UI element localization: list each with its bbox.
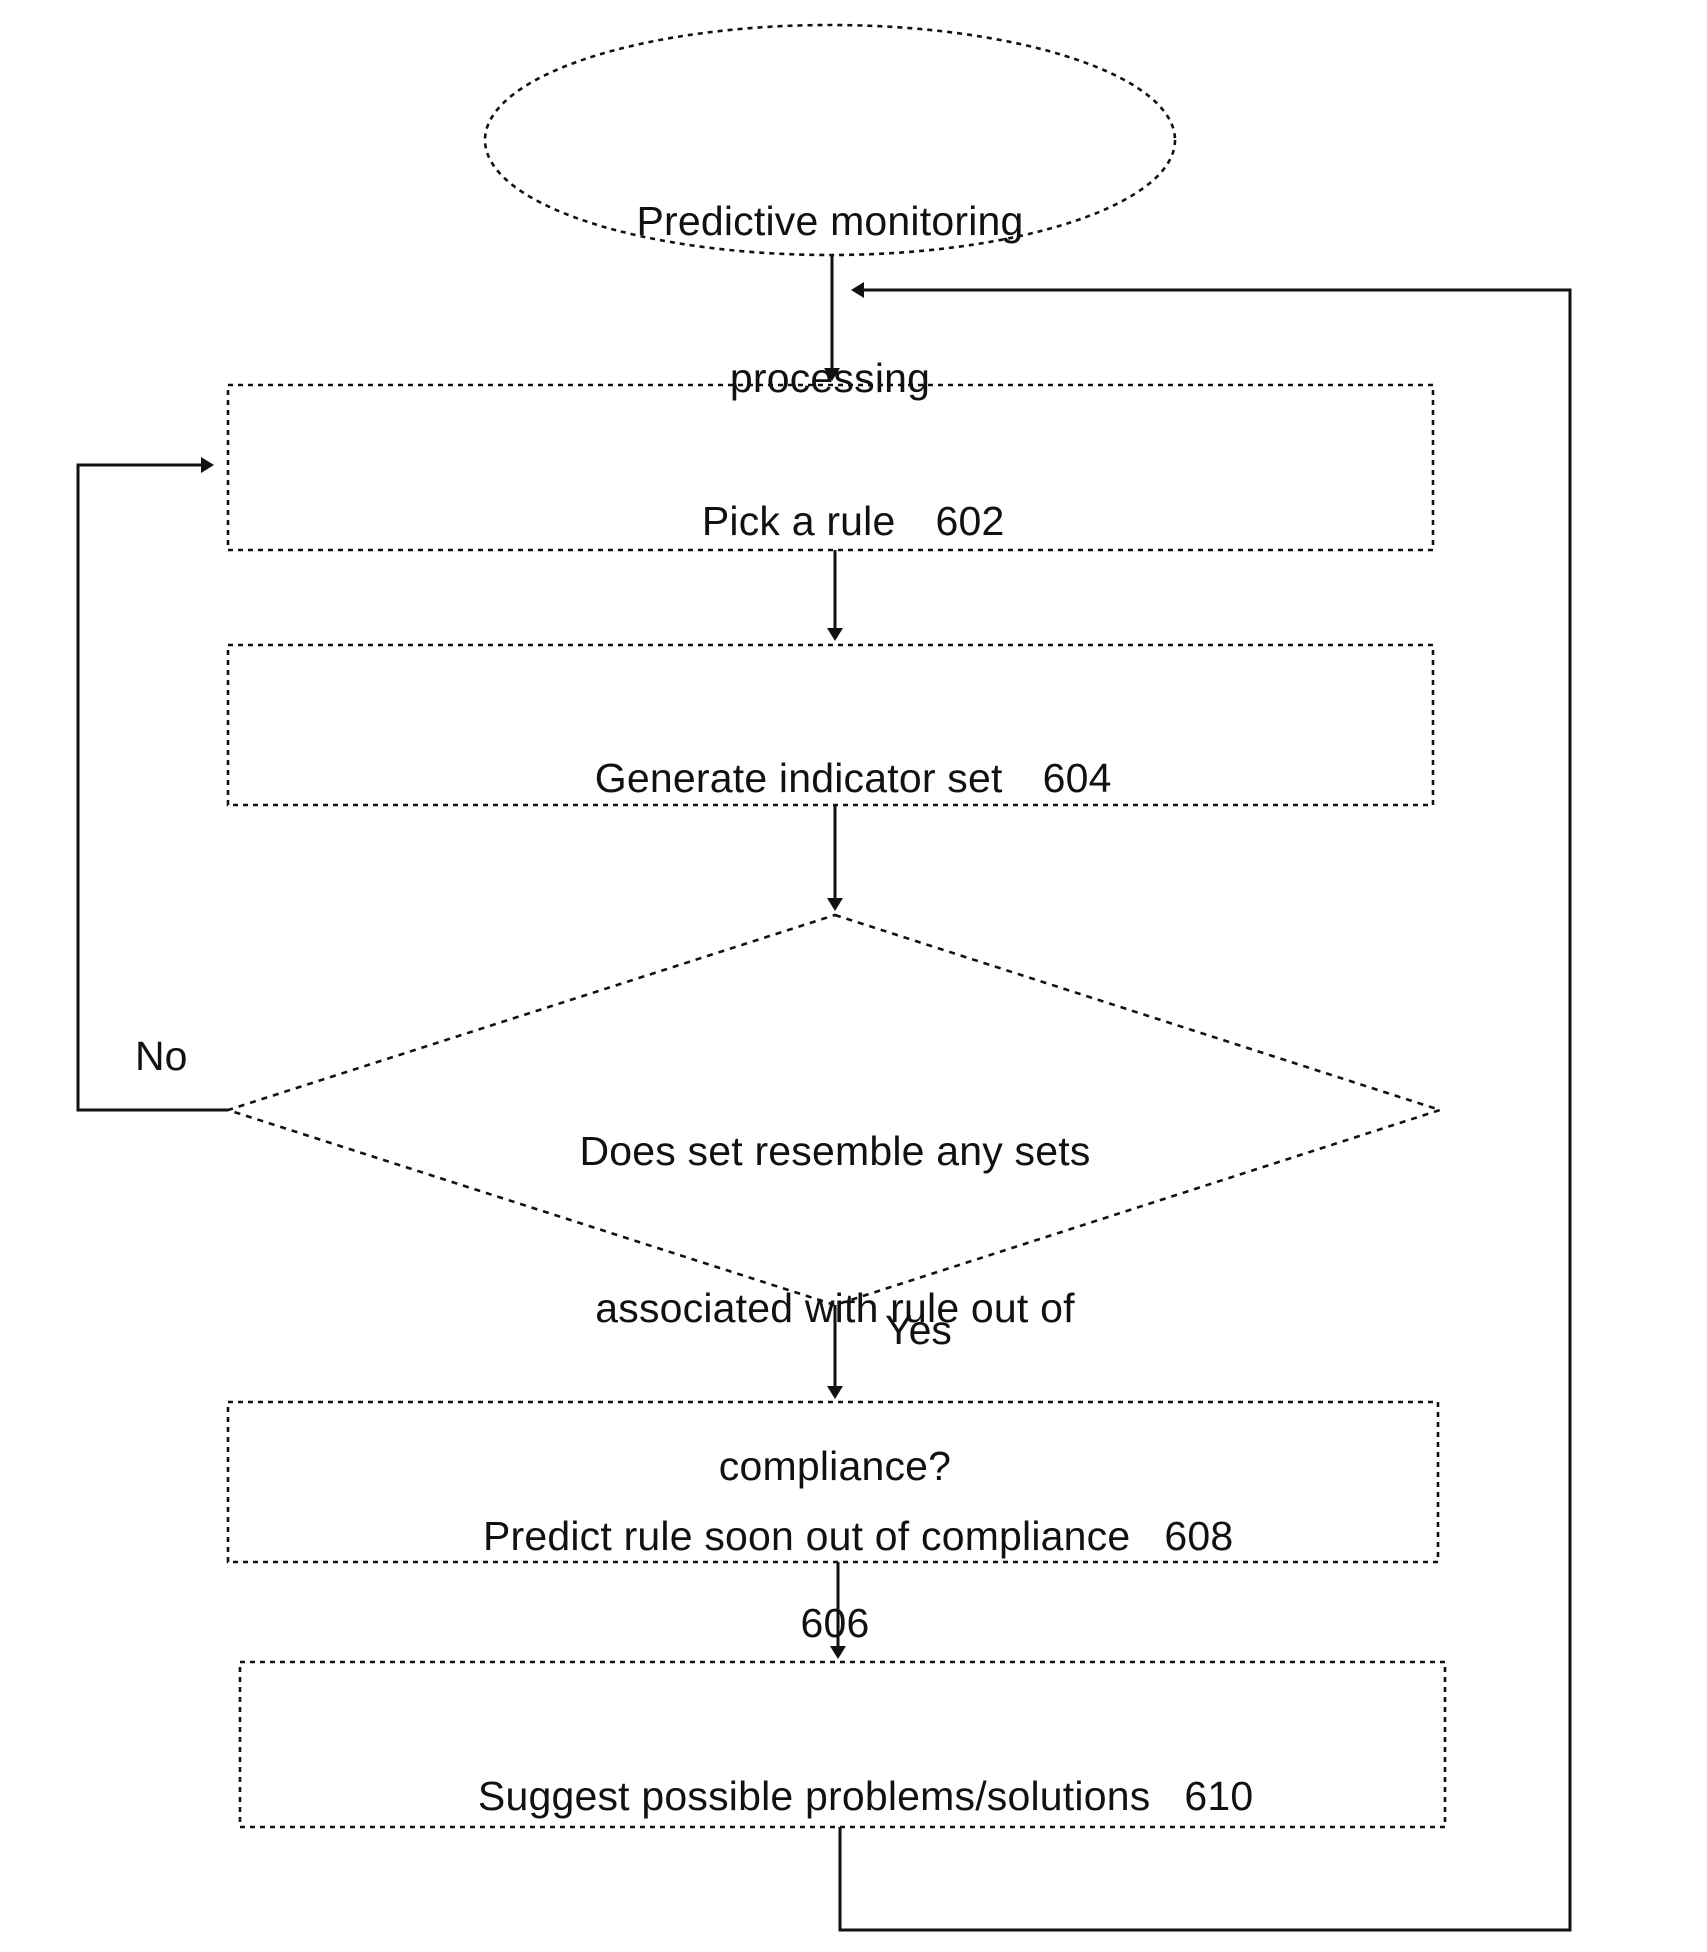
node-step608-shape (226, 1400, 1440, 1564)
edge-step610-to-top-loop (838, 282, 1572, 1932)
edge-label-yes: Yes (885, 1307, 952, 1353)
flowchart-canvas: Predictive monitoring processing Pick a … (0, 0, 1707, 1952)
edge-decision606-no-to-step602 (76, 457, 228, 1112)
node-step602-shape (226, 383, 1435, 552)
node-start-shape (483, 23, 1177, 257)
node-step604-shape (226, 643, 1435, 807)
node-step610-shape (238, 1660, 1447, 1829)
node-decision606-shape (223, 913, 1445, 1307)
flowchart-graphics (76, 23, 1572, 1932)
edge-label-no: No (135, 1033, 188, 1079)
